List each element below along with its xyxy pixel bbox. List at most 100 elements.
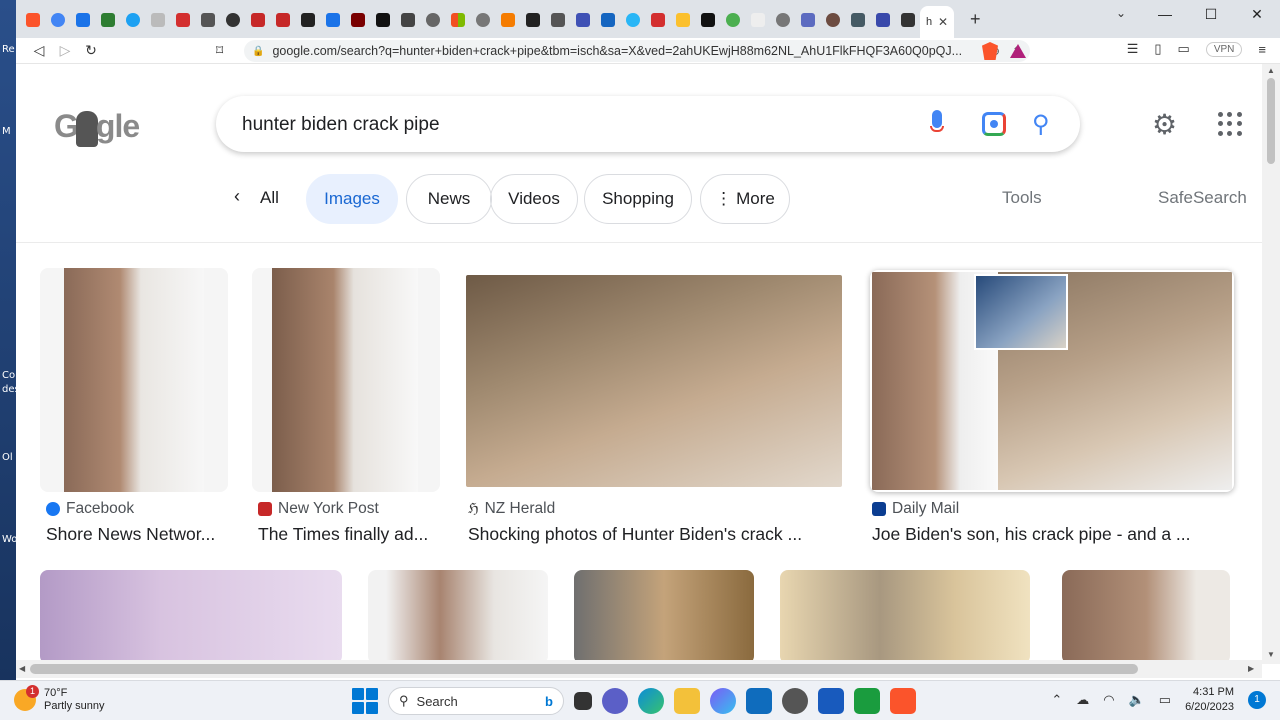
browser-tab[interactable] <box>145 6 170 34</box>
browser-tab[interactable] <box>320 6 345 34</box>
chip-all[interactable]: All <box>260 188 279 208</box>
browser-tab[interactable] <box>245 6 270 34</box>
result-title[interactable]: Joe Biden's son, his crack pipe - and a … <box>872 524 1234 545</box>
browser-tab[interactable] <box>870 6 895 34</box>
back-arrow-icon[interactable]: ◁ <box>26 42 52 59</box>
browser-tab[interactable] <box>395 6 420 34</box>
browser-tab[interactable] <box>745 6 770 34</box>
settings-icon[interactable] <box>782 688 808 714</box>
browser-tab[interactable] <box>770 6 795 34</box>
onedrive-icon[interactable]: ☁ <box>1076 692 1089 708</box>
reload-icon[interactable]: ↻ <box>78 42 104 59</box>
tab-search-icon[interactable]: ⌄ <box>1116 6 1126 20</box>
browser-tab[interactable] <box>645 6 670 34</box>
browser-tab[interactable] <box>70 6 95 34</box>
notification-badge[interactable]: 1 <box>1248 691 1266 709</box>
new-tab-button[interactable]: + <box>970 9 981 30</box>
gear-icon[interactable]: ⚙ <box>1152 108 1177 141</box>
browser-tab[interactable] <box>570 6 595 34</box>
result-thumbnail[interactable] <box>252 268 440 492</box>
playlist-icon[interactable]: ☰ <box>1127 41 1139 57</box>
result-thumbnail[interactable] <box>780 570 1030 664</box>
clock[interactable]: 4:31 PM 6/20/2023 <box>1185 685 1234 715</box>
browser-tab[interactable] <box>820 6 845 34</box>
browser-tab[interactable] <box>845 6 870 34</box>
result-thumbnail[interactable] <box>1062 570 1230 664</box>
microphone-icon[interactable] <box>930 110 944 138</box>
browser-tab[interactable] <box>620 6 645 34</box>
google-doodle-logo[interactable]: Ggle <box>54 108 140 147</box>
copilot-icon[interactable] <box>710 688 736 714</box>
brave-rewards-icon[interactable] <box>1010 44 1026 58</box>
menu-icon[interactable]: ≡ <box>1258 42 1266 57</box>
browser-tab[interactable] <box>520 6 545 34</box>
desktop-icon-label[interactable]: Co <box>2 370 15 381</box>
result-thumbnail[interactable] <box>574 570 754 664</box>
browser-tab[interactable] <box>720 6 745 34</box>
vpn-button[interactable]: VPN <box>1205 41 1243 57</box>
address-bar[interactable]: 🔒 google.com/search?q=hunter+biden+crack… <box>244 40 1030 62</box>
browser-tab[interactable] <box>670 6 695 34</box>
windows-start-icon[interactable] <box>352 688 378 714</box>
browser-tab[interactable] <box>795 6 820 34</box>
lock-icon[interactable]: 🔒 <box>252 46 264 57</box>
result-thumbnail[interactable] <box>466 275 842 487</box>
result-thumbnail[interactable] <box>40 570 342 664</box>
desktop-icon-label[interactable]: Ol <box>2 452 13 463</box>
scroll-down-arrow-icon[interactable]: ▼ <box>1267 650 1275 659</box>
close-window-button[interactable]: ✕ <box>1234 0 1280 30</box>
search-icon[interactable]: ⚲ <box>1032 110 1050 139</box>
sidebar-icon[interactable]: ▯ <box>1154 41 1161 57</box>
desktop-icon-label[interactable]: M <box>2 126 11 137</box>
tools-button[interactable]: Tools <box>1002 188 1042 208</box>
browser-tab-active[interactable]: h ✕ <box>920 6 954 38</box>
browser-tab[interactable] <box>345 6 370 34</box>
vertical-scrollbar[interactable]: ▲ ▼ <box>1262 64 1280 664</box>
brave-shields-icon[interactable] <box>982 42 998 60</box>
maximize-button[interactable]: ☐ <box>1188 0 1234 30</box>
browser-tab[interactable] <box>695 6 720 34</box>
scroll-right-arrow-icon[interactable]: ▶ <box>1248 664 1254 673</box>
browser-tab[interactable] <box>895 6 920 34</box>
edge-icon[interactable] <box>638 688 664 714</box>
result-source[interactable]: New York Post <box>258 500 379 518</box>
result-source[interactable]: Daily Mail <box>872 500 959 518</box>
chip-news[interactable]: News <box>406 174 492 224</box>
apps-grid-icon[interactable] <box>1218 112 1242 136</box>
browser-tab[interactable] <box>195 6 220 34</box>
task-view-icon[interactable] <box>574 692 592 710</box>
wifi-icon[interactable]: ◠ <box>1103 692 1114 708</box>
scroll-up-arrow-icon[interactable]: ▲ <box>1267 66 1275 75</box>
result-source[interactable]: Facebook <box>46 500 134 518</box>
browser-tab[interactable] <box>295 6 320 34</box>
minimize-button[interactable]: — <box>1142 0 1188 30</box>
file-explorer-icon[interactable] <box>674 688 700 714</box>
forward-arrow-icon[interactable]: ▷ <box>52 42 78 59</box>
search-box[interactable]: hunter biden crack pipe ⚲ <box>216 96 1080 152</box>
url-text[interactable]: google.com/search?q=hunter+biden+crack+p… <box>272 44 977 58</box>
browser-tab[interactable] <box>595 6 620 34</box>
result-thumbnail[interactable] <box>40 268 228 492</box>
search-input[interactable]: hunter biden crack pipe <box>242 114 440 136</box>
bookmark-icon[interactable]: ⌑ <box>216 42 223 59</box>
chip-images[interactable]: Images <box>306 174 398 224</box>
chip-more[interactable]: ⋮ More <box>700 174 790 224</box>
word-icon[interactable] <box>818 688 844 714</box>
browser-tab[interactable] <box>95 6 120 34</box>
horizontal-scroll-thumb[interactable] <box>30 664 1138 674</box>
result-title[interactable]: Shore News Networ... <box>46 524 222 545</box>
result-source[interactable]: ℌ NZ Herald <box>468 500 555 518</box>
browser-tab[interactable] <box>120 6 145 34</box>
result-title[interactable]: Shocking photos of Hunter Biden's crack … <box>468 524 838 545</box>
chevron-left-icon[interactable]: ‹ <box>234 186 240 207</box>
taskbar-search[interactable]: ⚲ Search b <box>388 687 564 715</box>
mail-icon[interactable] <box>746 688 772 714</box>
camtasia-icon[interactable] <box>854 688 880 714</box>
scroll-left-arrow-icon[interactable]: ◀ <box>19 664 25 673</box>
volume-icon[interactable]: 🔈 <box>1129 692 1145 708</box>
browser-tab[interactable] <box>420 6 445 34</box>
weather-widget[interactable]: 1 70°F Partly sunny <box>14 685 105 713</box>
result-thumbnail[interactable] <box>870 270 1234 492</box>
browser-tab[interactable] <box>545 6 570 34</box>
browser-tab[interactable] <box>45 6 70 34</box>
